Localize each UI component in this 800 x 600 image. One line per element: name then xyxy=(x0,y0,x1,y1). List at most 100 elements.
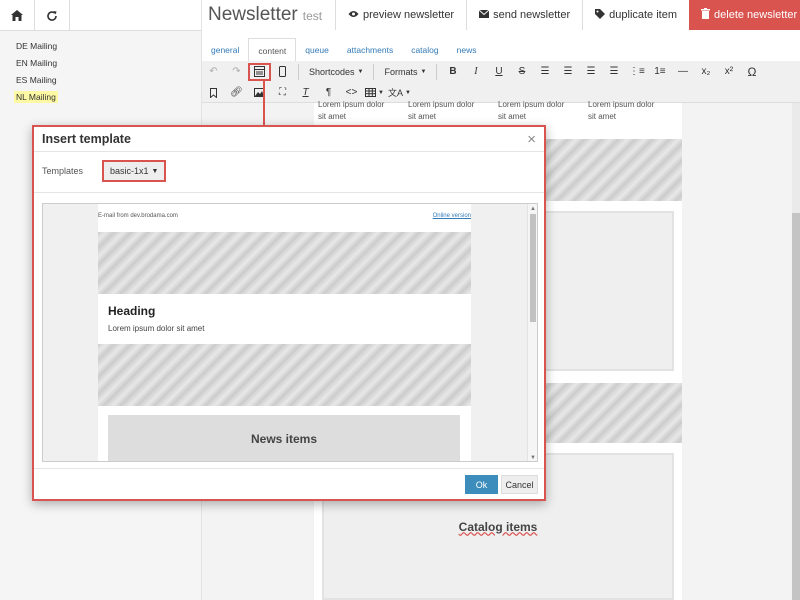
scroll-up-icon[interactable]: ▲ xyxy=(528,204,537,214)
send-newsletter-button[interactable]: send newsletter xyxy=(466,0,583,30)
clear-formatting-button[interactable]: T xyxy=(294,84,317,102)
delete-newsletter-label: delete newsletter xyxy=(714,9,798,21)
preview-lorem: Lorem ipsum dolor sit amet xyxy=(108,324,205,333)
underline-icon: U xyxy=(495,66,503,77)
sidebar-item-nl-mailing[interactable]: NL Mailing xyxy=(14,91,58,103)
page-header: Newsletter test xyxy=(208,4,322,30)
sidebar-item-de-mailing[interactable]: DE Mailing xyxy=(14,40,59,52)
table-icon xyxy=(365,88,377,97)
preview-news-block: News items xyxy=(108,415,460,461)
template-select[interactable]: basic-1x1 ▼ xyxy=(102,160,167,182)
eye-icon xyxy=(348,9,359,21)
editor-scrollbar[interactable] xyxy=(792,103,800,600)
tab-catalog[interactable]: catalog xyxy=(402,38,447,62)
dialog-title: Insert template xyxy=(42,132,131,146)
insert-template-button[interactable] xyxy=(248,62,271,81)
dialog-divider xyxy=(34,192,544,193)
bullet-list-icon: ⋮≡ xyxy=(629,66,645,77)
redo-icon: ↷ xyxy=(232,66,241,77)
link-icon: 🔗︎ xyxy=(230,87,243,98)
fullscreen-button[interactable]: ⛶ xyxy=(271,84,294,102)
preview-newsletter-label: preview newsletter xyxy=(363,9,455,21)
envelope-icon xyxy=(478,9,490,21)
tab-general[interactable]: general xyxy=(202,38,248,62)
undo-button[interactable]: ↶ xyxy=(202,63,225,81)
bold-icon: B xyxy=(449,66,457,77)
refresh-button[interactable] xyxy=(35,0,70,31)
duplicate-item-button[interactable]: duplicate item xyxy=(582,0,690,30)
sidebar-item-es-mailing[interactable]: ES Mailing xyxy=(14,74,59,86)
align-right-icon: ☰ xyxy=(586,66,596,77)
fullscreen-icon: ⛶ xyxy=(279,87,286,98)
page-subtitle: test xyxy=(302,9,323,23)
content-tabs: general content queue attachments catalo… xyxy=(202,38,800,63)
mobile-icon xyxy=(279,66,286,77)
mailing-list: DE Mailing EN Mailing ES Mailing NL Mail… xyxy=(0,31,201,106)
redo-button[interactable]: ↷ xyxy=(225,63,248,81)
formats-dropdown[interactable]: Formats ▼ xyxy=(378,63,432,81)
page-title: Newsletter xyxy=(208,4,298,25)
align-left-icon: ☰ xyxy=(540,66,550,77)
special-character-button[interactable]: Ω xyxy=(740,63,763,81)
image-button[interactable] xyxy=(248,84,271,102)
preview-scrollbar[interactable]: ▲ ▼ xyxy=(527,204,537,461)
template-preview[interactable]: E-mail from dev.brodama.com Online versi… xyxy=(42,203,538,462)
align-justify-button[interactable]: ☰ xyxy=(602,63,625,81)
scrollbar-thumb[interactable] xyxy=(792,213,800,600)
sidebar-item-en-mailing[interactable]: EN Mailing xyxy=(14,57,59,69)
superscript-button[interactable]: x² xyxy=(717,63,740,81)
subscript-icon: x₂ xyxy=(701,66,711,77)
template-selector-row: Templates basic-1x1 ▼ xyxy=(42,160,167,182)
tab-news[interactable]: news xyxy=(448,38,486,62)
insert-template-dialog: Insert template × Templates basic-1x1 ▼ … xyxy=(32,125,546,501)
preview-online-version-link[interactable]: Online version xyxy=(433,213,471,219)
trash-icon xyxy=(701,8,711,22)
align-left-button[interactable]: ☰ xyxy=(533,63,556,81)
bold-button[interactable]: B xyxy=(441,63,464,81)
send-newsletter-label: send newsletter xyxy=(493,9,571,21)
chevron-down-icon: ▼ xyxy=(357,68,364,75)
annotation-connector xyxy=(263,81,265,126)
clear-formatting-icon: T xyxy=(302,87,309,98)
underline-button[interactable]: U xyxy=(487,63,510,81)
ok-button[interactable]: Ok xyxy=(465,475,498,494)
cancel-button[interactable]: Cancel xyxy=(501,475,538,494)
toolbar-row-1: ↶ ↷ Shortcodes ▼ Formats ▼ B I U S ☰ ☰ ☰… xyxy=(202,61,800,82)
preview-news-label: News items xyxy=(250,432,318,446)
home-button[interactable] xyxy=(0,0,35,31)
align-center-button[interactable]: ☰ xyxy=(556,63,579,81)
sidebar-toolbar xyxy=(0,0,201,31)
tab-content[interactable]: content xyxy=(248,38,297,63)
horizontal-rule-button[interactable]: — xyxy=(671,63,694,81)
close-icon[interactable]: × xyxy=(527,131,536,148)
link-button[interactable]: 🔗︎ xyxy=(225,84,248,102)
undo-icon: ↶ xyxy=(209,66,218,77)
italic-button[interactable]: I xyxy=(464,63,487,81)
strikethrough-icon: S xyxy=(518,66,526,77)
scroll-down-icon[interactable]: ▼ xyxy=(528,453,537,461)
formats-label: Formats xyxy=(384,66,418,77)
preview-newsletter-button[interactable]: preview newsletter xyxy=(335,0,467,30)
tab-queue[interactable]: queue xyxy=(296,38,338,62)
bookmark-icon xyxy=(210,87,217,98)
strikethrough-button[interactable]: S xyxy=(510,63,533,81)
anchor-button[interactable] xyxy=(202,84,225,102)
chevron-down-icon: ▼ xyxy=(420,68,427,75)
preview-from-text: E-mail from dev.brodama.com xyxy=(98,213,178,219)
scrollbar-thumb[interactable] xyxy=(530,214,536,322)
align-right-button[interactable]: ☰ xyxy=(579,63,602,81)
bullet-list-button[interactable]: ⋮≡ xyxy=(625,63,648,81)
subscript-button[interactable]: x₂ xyxy=(694,63,717,81)
align-center-icon: ☰ xyxy=(563,66,573,77)
refresh-icon xyxy=(47,10,57,21)
templates-label: Templates xyxy=(42,166,84,176)
duplicate-item-label: duplicate item xyxy=(609,9,678,21)
chevron-down-icon: ▼ xyxy=(151,167,159,175)
shortcodes-dropdown[interactable]: Shortcodes ▼ xyxy=(303,63,369,81)
mobile-preview-button[interactable] xyxy=(271,63,294,81)
home-icon xyxy=(11,10,23,21)
tab-attachments[interactable]: attachments xyxy=(338,38,402,62)
delete-newsletter-button[interactable]: delete newsletter xyxy=(689,0,800,30)
numbered-list-button[interactable]: 1≡ xyxy=(648,63,671,81)
shortcodes-label: Shortcodes xyxy=(309,66,355,77)
